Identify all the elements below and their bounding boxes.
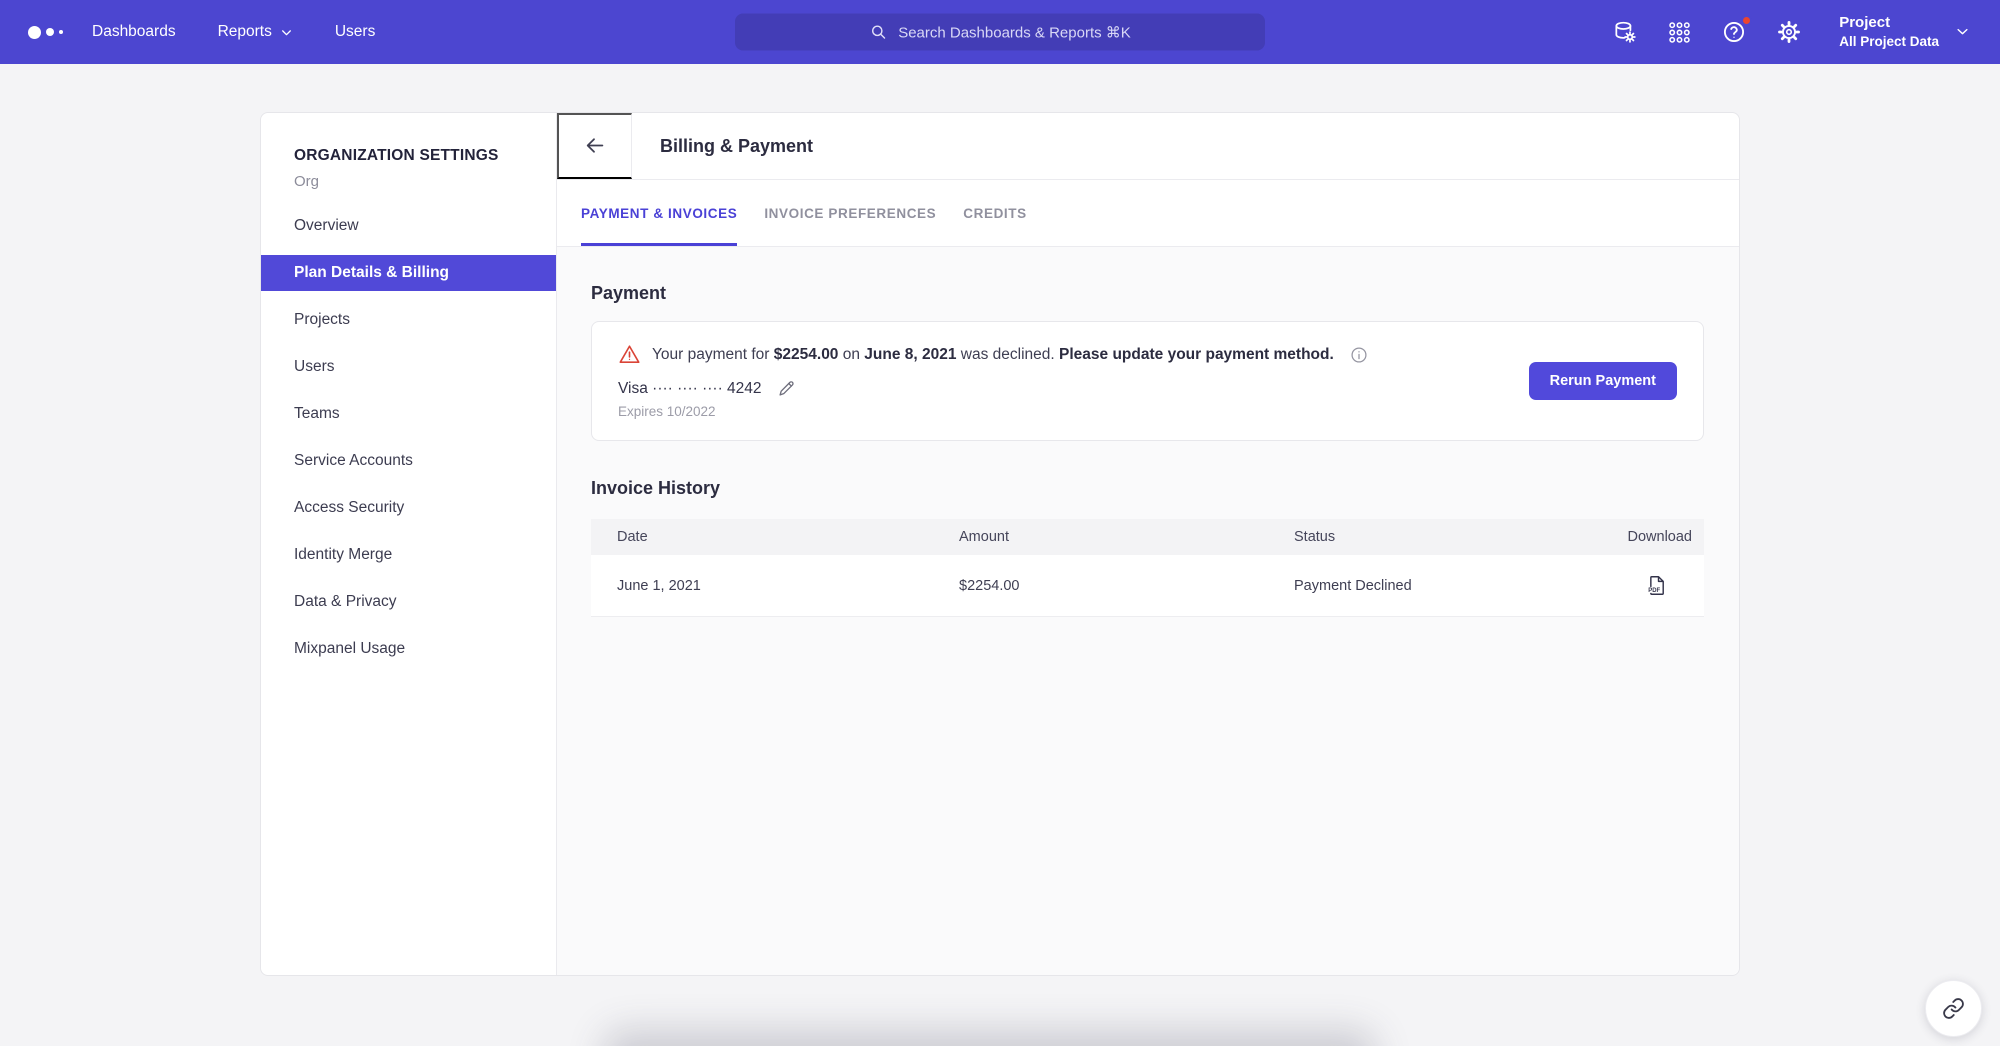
- logo-dot-medium: [46, 28, 54, 36]
- tab-payment-invoices[interactable]: PAYMENT & INVOICES: [581, 180, 737, 246]
- project-switcher[interactable]: Project All Project Data: [1839, 13, 1970, 50]
- chevron-down-icon: [1955, 24, 1970, 39]
- project-value: All Project Data: [1839, 33, 1939, 51]
- nav-item-reports[interactable]: Reports: [218, 23, 293, 41]
- settings-sidebar: ORGANIZATION SETTINGS Org Overview Plan …: [261, 113, 557, 975]
- sidebar-title: ORGANIZATION SETTINGS: [261, 147, 556, 165]
- top-navbar: Dashboards Reports Users Search Dashboar…: [0, 0, 2000, 64]
- alert-mid: on: [838, 346, 864, 363]
- settings-main: Billing & Payment PAYMENT & INVOICES INV…: [557, 113, 1739, 975]
- help-icon[interactable]: [1721, 19, 1747, 45]
- rerun-payment-button[interactable]: Rerun Payment: [1529, 362, 1677, 400]
- sidebar-item-data-privacy[interactable]: Data & Privacy: [261, 584, 556, 620]
- payment-card-left: Your payment for $2254.00 on June 8, 202…: [618, 343, 1529, 419]
- search-placeholder: Search Dashboards & Reports ⌘K: [898, 23, 1131, 41]
- column-header-download: Download: [1574, 529, 1704, 545]
- invoice-table: Date Amount Status Download June 1, 2021…: [591, 519, 1704, 617]
- copy-link-button[interactable]: [1925, 980, 1982, 1037]
- tab-content: Payment Your payment for $2254.00 on Jun…: [557, 247, 1739, 975]
- primary-nav: Dashboards Reports Users: [92, 23, 375, 41]
- mixpanel-logo[interactable]: [28, 26, 63, 39]
- column-header-status: Status: [1294, 529, 1574, 545]
- sidebar-item-projects[interactable]: Projects: [261, 302, 556, 338]
- sidebar-org-name: Org: [261, 165, 556, 190]
- warning-triangle-icon: [618, 343, 641, 366]
- alert-text: Your payment for $2254.00 on June 8, 202…: [652, 346, 1334, 364]
- apps-grid-icon[interactable]: [1667, 20, 1692, 45]
- sidebar-item-users[interactable]: Users: [261, 349, 556, 385]
- sidebar-item-identity-merge[interactable]: Identity Merge: [261, 537, 556, 573]
- payment-method-row: Visa ···· ···· ···· 4242: [618, 378, 1529, 399]
- data-management-icon[interactable]: [1612, 19, 1638, 45]
- payment-section-title: Payment: [591, 247, 1704, 304]
- settings-gear-icon[interactable]: [1776, 19, 1802, 45]
- sidebar-item-overview[interactable]: Overview: [261, 208, 556, 244]
- notification-badge: [1741, 15, 1752, 26]
- info-icon[interactable]: [1349, 345, 1369, 365]
- nav-item-dashboards[interactable]: Dashboards: [92, 23, 176, 41]
- invoice-status: Payment Declined: [1294, 578, 1574, 594]
- alert-date: June 8, 2021: [864, 346, 956, 363]
- global-search-input[interactable]: Search Dashboards & Reports ⌘K: [735, 14, 1265, 51]
- project-switcher-text: Project All Project Data: [1839, 13, 1939, 50]
- project-label: Project: [1839, 13, 1939, 33]
- invoice-history-title: Invoice History: [591, 441, 1704, 499]
- column-header-date: Date: [591, 529, 959, 545]
- chevron-down-icon: [280, 26, 293, 39]
- card-expiry: Expires 10/2022: [618, 404, 1529, 419]
- payment-card: Your payment for $2254.00 on June 8, 202…: [591, 321, 1704, 441]
- link-icon: [1942, 997, 1965, 1020]
- sidebar-nav: Overview Plan Details & Billing Projects…: [261, 208, 556, 667]
- pdf-download-icon[interactable]: PDF: [1645, 574, 1668, 597]
- search-icon: [869, 23, 888, 42]
- arrow-left-icon: [583, 134, 607, 158]
- svg-text:PDF: PDF: [1648, 588, 1660, 594]
- page-title: Billing & Payment: [660, 136, 813, 157]
- navbar-right: Project All Project Data: [1612, 0, 1970, 64]
- logo-dot-large: [28, 26, 41, 39]
- invoice-date: June 1, 2021: [591, 578, 959, 594]
- navbar-left: Dashboards Reports Users: [0, 23, 375, 41]
- nav-item-users[interactable]: Users: [335, 23, 375, 41]
- invoice-amount: $2254.00: [959, 578, 1294, 594]
- alert-prefix: Your payment for: [652, 346, 774, 363]
- column-header-amount: Amount: [959, 529, 1294, 545]
- alert-suffix: was declined.: [957, 346, 1060, 363]
- payment-declined-alert: Your payment for $2254.00 on June 8, 202…: [618, 343, 1529, 366]
- billing-tabs: PAYMENT & INVOICES INVOICE PREFERENCES C…: [557, 180, 1739, 247]
- alert-amount: $2254.00: [774, 346, 839, 363]
- organization-settings-panel: ORGANIZATION SETTINGS Org Overview Plan …: [260, 112, 1740, 976]
- sidebar-item-teams[interactable]: Teams: [261, 396, 556, 432]
- invoice-table-header: Date Amount Status Download: [591, 519, 1704, 555]
- sidebar-item-mixpanel-usage[interactable]: Mixpanel Usage: [261, 631, 556, 667]
- alert-action: Please update your payment method.: [1059, 346, 1334, 363]
- sidebar-item-access-security[interactable]: Access Security: [261, 490, 556, 526]
- card-number-masked: Visa ···· ···· ···· 4242: [618, 380, 762, 398]
- back-button[interactable]: [557, 113, 632, 179]
- logo-dot-small: [59, 30, 63, 34]
- sidebar-item-service-accounts[interactable]: Service Accounts: [261, 443, 556, 479]
- sidebar-item-plan-details-billing[interactable]: Plan Details & Billing: [261, 255, 556, 291]
- tab-credits[interactable]: CREDITS: [963, 180, 1026, 246]
- tab-invoice-preferences[interactable]: INVOICE PREFERENCES: [764, 180, 936, 246]
- page-header: Billing & Payment: [557, 113, 1739, 180]
- nav-item-reports-label: Reports: [218, 23, 272, 41]
- edit-pencil-icon[interactable]: [776, 378, 797, 399]
- invoice-row: June 1, 2021 $2254.00 Payment Declined P…: [591, 555, 1704, 617]
